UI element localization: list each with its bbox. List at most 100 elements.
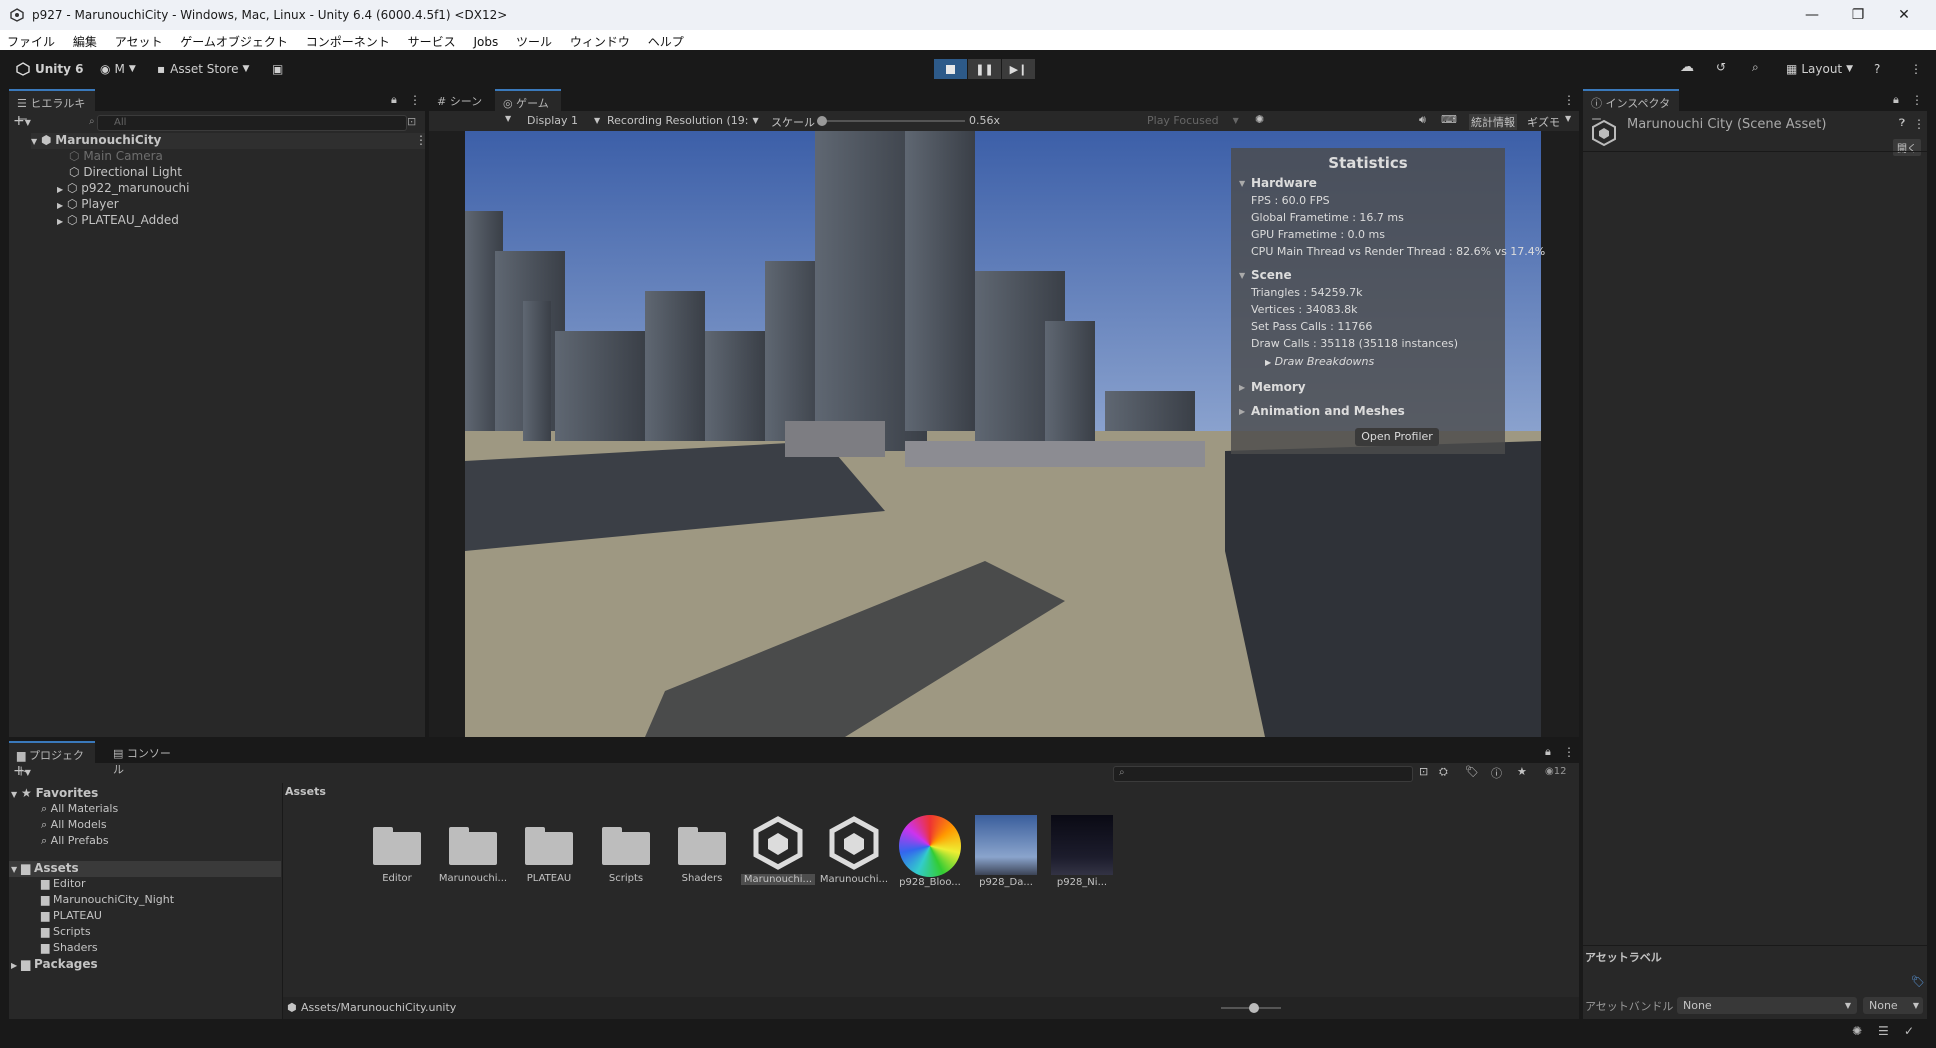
tab-console[interactable]: ▤ コンソール bbox=[105, 741, 185, 776]
tree-all-models[interactable]: ⌕ All Models bbox=[41, 818, 107, 834]
pause-button[interactable]: ❚❚ bbox=[968, 59, 1001, 79]
menu-services[interactable]: サービス bbox=[401, 30, 463, 50]
menu-component[interactable]: コンポーネント bbox=[299, 30, 397, 50]
icon-size-slider-thumb[interactable] bbox=[1249, 1003, 1259, 1013]
menu-help[interactable]: ヘルプ bbox=[641, 30, 691, 50]
stop-button[interactable] bbox=[934, 59, 967, 79]
more-menu-icon[interactable]: ⋮ bbox=[1563, 93, 1575, 107]
history-icon[interactable]: ↺ bbox=[1716, 60, 1726, 74]
tab-hierarchy[interactable]: ☰ ヒエラルキー bbox=[9, 89, 95, 126]
more-menu-icon[interactable]: ⋮ bbox=[1563, 745, 1575, 759]
asset-bloom-profile[interactable]: p928_Bloo... bbox=[893, 815, 967, 888]
stats-draw-breakdowns[interactable]: ▶ Draw Breakdowns bbox=[1265, 355, 1374, 368]
stats-toggle-button[interactable]: 統計情報 bbox=[1469, 114, 1517, 130]
hierarchy-item-plateau-added[interactable]: ▶ ⬡ PLATEAU_Added bbox=[57, 213, 179, 229]
asset-folder-marunouchi[interactable]: Marunouchi... bbox=[436, 815, 510, 884]
tag-icon[interactable]: 🏷︎ bbox=[1911, 975, 1925, 988]
breadcrumb[interactable]: Assets bbox=[285, 785, 326, 798]
keyboard-icon[interactable]: ⌨ bbox=[1441, 113, 1457, 126]
tree-assets[interactable]: ▼ ▆ Assets bbox=[9, 861, 281, 877]
asset-folder-plateau[interactable]: PLATEAU bbox=[512, 815, 586, 884]
search-filter-icon[interactable]: ⊡ bbox=[1419, 765, 1428, 778]
stats-section-memory[interactable]: Memory bbox=[1251, 380, 1306, 394]
more-menu-icon[interactable]: ⋮ bbox=[409, 93, 421, 107]
filter-label-icon[interactable]: 🏷︎ bbox=[1465, 765, 1479, 778]
hidden-count[interactable]: ◉ 12 bbox=[1545, 766, 1566, 777]
layers-icon[interactable]: ☰ bbox=[1878, 1024, 1889, 1038]
lock-icon[interactable]: 🔒︎ bbox=[1545, 745, 1551, 759]
scale-slider[interactable] bbox=[817, 116, 965, 126]
menu-window[interactable]: ウィンドウ bbox=[563, 30, 637, 50]
tree-all-materials[interactable]: ⌕ All Materials bbox=[41, 802, 118, 818]
account-button[interactable]: ◉ M ▼ bbox=[100, 62, 136, 76]
menu-edit[interactable]: 編集 bbox=[66, 30, 104, 50]
tab-game[interactable]: ◎ ゲーム bbox=[495, 89, 561, 111]
tree-folder-plateau[interactable]: ▆ PLATEAU bbox=[41, 909, 102, 925]
chevron-down-icon[interactable]: ▼ bbox=[1565, 114, 1571, 123]
asset-folder-shaders[interactable]: Shaders bbox=[665, 815, 739, 884]
open-button[interactable]: 開く bbox=[1893, 139, 1921, 156]
stats-section-hardware[interactable]: Hardware bbox=[1251, 176, 1317, 190]
menu-assets[interactable]: アセット bbox=[108, 30, 170, 50]
menu-tools[interactable]: ツール bbox=[509, 30, 559, 50]
asset-folder-editor[interactable]: Editor bbox=[360, 815, 434, 884]
gizmos-button[interactable]: ギズモ bbox=[1527, 114, 1560, 130]
tree-folder-scripts[interactable]: ▆ Scripts bbox=[41, 925, 91, 941]
help-icon[interactable]: ❓︎ bbox=[1899, 118, 1905, 129]
close-button[interactable]: ✕ bbox=[1884, 4, 1924, 26]
icon-size-slider[interactable] bbox=[1221, 1003, 1281, 1013]
create-button[interactable]: +▼ bbox=[13, 763, 31, 779]
tree-folder-shaders[interactable]: ▆ Shaders bbox=[41, 941, 98, 957]
tree-folder-night[interactable]: ▆ MarunouchiCity_Night bbox=[41, 893, 174, 909]
scale-slider-thumb[interactable] bbox=[817, 116, 827, 126]
hierarchy-item-main-camera[interactable]: ⬡ Main Camera bbox=[69, 149, 163, 165]
hierarchy-item-directional-light[interactable]: ⬡ Directional Light bbox=[69, 165, 182, 181]
menu-gameobject[interactable]: ゲームオブジェクト bbox=[173, 30, 295, 50]
lock-icon[interactable]: 🔒︎ bbox=[1893, 93, 1899, 107]
stats-section-animation[interactable]: Animation and Meshes bbox=[1251, 404, 1405, 418]
tab-scene[interactable]: # シーン bbox=[429, 89, 493, 111]
maximize-button[interactable]: ❐ bbox=[1838, 4, 1878, 26]
hierarchy-item-player[interactable]: ▶ ⬡ Player bbox=[57, 197, 119, 213]
cloud-icon[interactable]: ☁ bbox=[1680, 59, 1694, 75]
step-button[interactable]: ▶❙ bbox=[1002, 59, 1035, 79]
warning-icon[interactable]: ⓘ bbox=[1491, 765, 1502, 781]
filter-type-icon[interactable]: ⛭ bbox=[1439, 765, 1448, 779]
favorite-star-icon[interactable]: ★ bbox=[1517, 765, 1527, 778]
chevron-down-icon[interactable]: ▼ bbox=[505, 114, 511, 123]
hierarchy-item-p922[interactable]: ▶ ⬡ p922_marunouchi bbox=[57, 181, 190, 197]
check-circle-icon[interactable]: ✓ bbox=[1904, 1024, 1914, 1038]
hierarchy-search-input[interactable]: All bbox=[97, 115, 407, 131]
more-menu-icon[interactable]: ⋮ bbox=[1913, 117, 1925, 131]
stats-section-scene[interactable]: Scene bbox=[1251, 268, 1292, 282]
speaker-icon[interactable]: 🔊︎ bbox=[1419, 113, 1426, 127]
unity-version-button[interactable]: Unity 6 bbox=[16, 62, 84, 76]
play-focused-dropdown[interactable]: Play Focused ▼ bbox=[1147, 114, 1239, 127]
display-dropdown[interactable]: Display 1 ▼ bbox=[527, 114, 600, 127]
tab-inspector[interactable]: ⓘ インスペクター bbox=[1583, 89, 1679, 126]
open-profiler-button[interactable]: Open Profiler bbox=[1355, 428, 1439, 446]
asset-store-button[interactable]: ▪ Asset Store ▼ bbox=[157, 62, 249, 76]
more-menu-icon[interactable]: ⋮ bbox=[1910, 62, 1922, 76]
more-menu-icon[interactable]: ⋮ bbox=[1911, 93, 1923, 107]
hierarchy-scene-row[interactable]: ▼ ⬢ MarunouchiCity ⋮ bbox=[31, 133, 427, 149]
tree-all-prefabs[interactable]: ⌕ All Prefabs bbox=[41, 834, 109, 850]
minimize-button[interactable]: — bbox=[1792, 4, 1832, 26]
menu-file[interactable]: ファイル bbox=[0, 30, 62, 50]
resolution-dropdown[interactable]: Recording Resolution (19: ▼ bbox=[607, 114, 759, 127]
search-filter-icon[interactable]: ⊡ bbox=[407, 115, 416, 128]
asset-scene-marunouchi-selected[interactable]: Marunouchi... bbox=[741, 815, 815, 885]
layout-dropdown[interactable]: ▦ Layout ▼ bbox=[1786, 62, 1853, 76]
create-button[interactable]: +▼ bbox=[13, 113, 31, 129]
tree-packages[interactable]: ▶ ▆ Packages bbox=[11, 957, 98, 973]
search-icon[interactable]: ⌕ bbox=[1752, 60, 1759, 75]
project-search-input[interactable] bbox=[1113, 766, 1413, 782]
lock-icon[interactable]: 🔒︎ bbox=[391, 93, 397, 107]
more-menu-icon[interactable]: ⋮ bbox=[415, 133, 427, 147]
bug-icon[interactable]: ✺ bbox=[1852, 1024, 1862, 1038]
tab-project[interactable]: ▆ プロジェクト bbox=[9, 741, 95, 778]
menu-jobs[interactable]: Jobs bbox=[466, 32, 505, 49]
tree-folder-editor[interactable]: ▆ Editor bbox=[41, 877, 86, 893]
package-icon[interactable]: ▣ bbox=[272, 62, 283, 76]
asset-skybox-night[interactable]: p928_Ni... bbox=[1045, 815, 1119, 888]
